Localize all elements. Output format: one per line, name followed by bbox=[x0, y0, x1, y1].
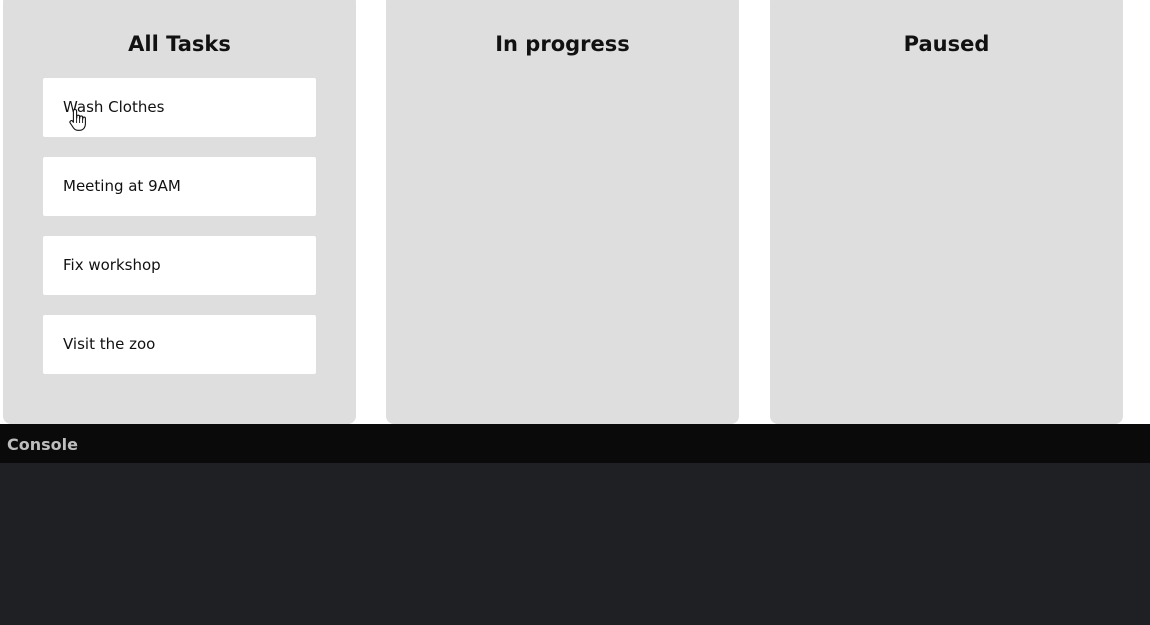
console-title: Console bbox=[7, 435, 78, 454]
task-card-label: Visit the zoo bbox=[63, 335, 156, 353]
column-title: In progress bbox=[495, 32, 630, 56]
column-title: All Tasks bbox=[128, 32, 231, 56]
column-in-progress[interactable]: In progress bbox=[386, 0, 739, 424]
console-panel: Console bbox=[0, 424, 1150, 625]
task-card[interactable]: Visit the zoo bbox=[43, 315, 316, 374]
column-title: Paused bbox=[903, 32, 990, 56]
task-card-label: Fix workshop bbox=[63, 256, 161, 274]
hand-pointer-cursor-icon bbox=[69, 108, 86, 131]
console-header: Console bbox=[0, 424, 1150, 463]
task-card-label: Meeting at 9AM bbox=[63, 177, 181, 195]
task-card[interactable]: Meeting at 9AM bbox=[43, 157, 316, 216]
kanban-board: All Tasks Wash Clothes Meeting at 9AM Fi… bbox=[0, 0, 1150, 424]
column-all-tasks[interactable]: All Tasks Wash Clothes Meeting at 9AM Fi… bbox=[3, 0, 356, 424]
column-paused[interactable]: Paused bbox=[770, 0, 1123, 424]
task-card[interactable]: Fix workshop bbox=[43, 236, 316, 295]
